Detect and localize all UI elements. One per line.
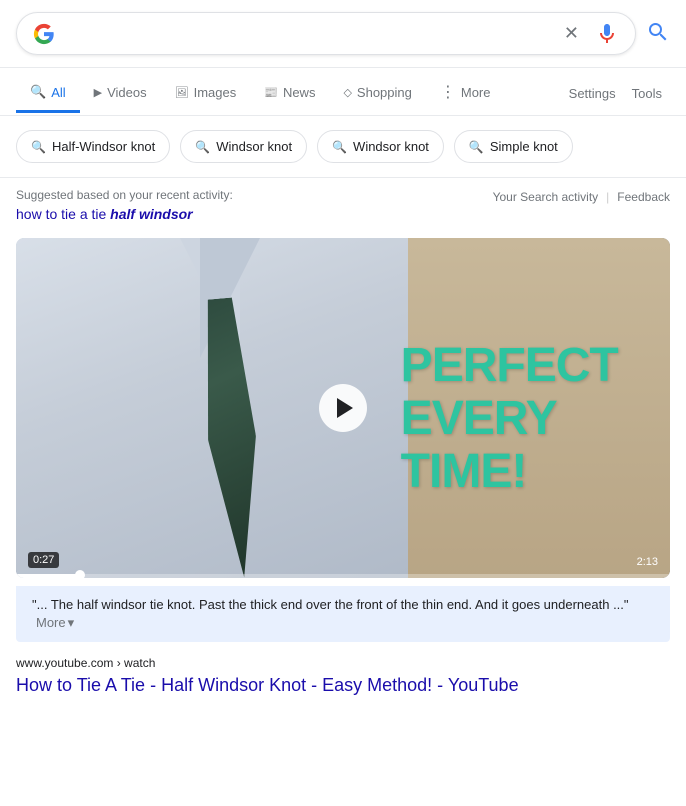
mic-icon[interactable] (595, 22, 619, 46)
video-progress-bar[interactable] (16, 574, 670, 578)
videos-icon: ▶ (94, 86, 102, 99)
play-button[interactable] (319, 384, 367, 432)
search-input[interactable]: how to tie a tie (65, 25, 548, 43)
perfect-text: PERFECTEVERYTIME! (401, 340, 618, 498)
chip-label-3: Simple knot (490, 139, 558, 154)
play-triangle-icon (337, 398, 353, 418)
settings-link[interactable]: Settings (561, 76, 624, 111)
suggestion-right: Your Search activity | Feedback (493, 190, 670, 204)
suggestion-link-prefix: how to tie a tie (16, 206, 110, 222)
chip-label-2: Windsor knot (353, 139, 429, 154)
images-icon: 🖼 (175, 86, 189, 99)
video-caption-text: "... The half windsor tie knot. Past the… (32, 597, 629, 612)
video-container[interactable]: PERFECTEVERYTIME! 0:27 2:13 (16, 238, 670, 578)
tab-images[interactable]: 🖼 Images (161, 75, 251, 113)
video-duration: 2:13 (637, 556, 658, 568)
search-icon (646, 20, 670, 44)
tab-news-label: News (283, 85, 316, 100)
suggestion-label: Suggested based on your recent activity: (16, 188, 493, 202)
tab-shopping[interactable]: ◇ Shopping (329, 75, 425, 113)
chip-windsor-2[interactable]: 🔍 Windsor knot (317, 130, 444, 163)
suggestion-banner: Suggested based on your recent activity:… (0, 178, 686, 230)
tab-shopping-label: Shopping (357, 85, 412, 100)
chip-simple-knot[interactable]: 🔍 Simple knot (454, 130, 573, 163)
tools-link[interactable]: Tools (624, 76, 670, 111)
search-submit-button[interactable] (646, 20, 670, 47)
result-title[interactable]: How to Tie A Tie - Half Windsor Knot - E… (16, 675, 519, 695)
search-result: www.youtube.com › watch How to Tie A Tie… (0, 642, 686, 705)
video-caption: "... The half windsor tie knot. Past the… (16, 586, 670, 642)
tab-news[interactable]: 📰 News (250, 75, 329, 113)
more-label: More (36, 615, 66, 630)
news-icon: 📰 (264, 86, 278, 99)
tab-more[interactable]: ⋮ More (426, 72, 505, 115)
tab-images-label: Images (194, 85, 237, 100)
suggestion-link[interactable]: how to tie a tie half windsor (16, 206, 193, 222)
video-progress-fill (16, 574, 81, 578)
video-time-badge: 0:27 (28, 552, 59, 568)
tab-videos[interactable]: ▶ Videos (80, 75, 161, 113)
chevron-down-icon: ▾ (68, 615, 75, 631)
search-bar: how to tie a tie ✕ (0, 0, 686, 68)
chip-search-icon-0: 🔍 (31, 140, 46, 154)
feedback-link[interactable]: Feedback (617, 190, 670, 204)
video-caption-more-link[interactable]: More ▾ (36, 615, 74, 631)
chip-label-0: Half-Windsor knot (52, 139, 155, 154)
tab-all-label: All (51, 85, 65, 100)
chips-container: 🔍 Half-Windsor knot 🔍 Windsor knot 🔍 Win… (0, 116, 686, 178)
chip-search-icon-2: 🔍 (332, 140, 347, 154)
tab-videos-label: Videos (107, 85, 147, 100)
chip-half-windsor[interactable]: 🔍 Half-Windsor knot (16, 130, 170, 163)
result-url: www.youtube.com › watch (16, 656, 670, 670)
all-icon: 🔍 (30, 84, 46, 100)
your-search-activity-link[interactable]: Your Search activity (493, 190, 599, 204)
nav-tabs: 🔍 All ▶ Videos 🖼 Images 📰 News ◇ Shoppin… (0, 68, 686, 116)
suggestion-link-bold: half windsor (110, 206, 192, 222)
video-progress-thumb (75, 570, 85, 578)
shopping-icon: ◇ (343, 86, 351, 99)
search-input-wrapper[interactable]: how to tie a tie ✕ (16, 12, 636, 55)
more-icon: ⋮ (440, 82, 456, 102)
tab-all[interactable]: 🔍 All (16, 74, 80, 113)
chip-search-icon-3: 🔍 (469, 140, 484, 154)
chip-search-icon-1: 🔍 (195, 140, 210, 154)
suggestion-divider: | (606, 190, 609, 204)
clear-search-button[interactable]: ✕ (558, 21, 585, 46)
suggestion-left: Suggested based on your recent activity:… (16, 188, 493, 224)
chip-windsor-1[interactable]: 🔍 Windsor knot (180, 130, 307, 163)
chip-label-1: Windsor knot (216, 139, 292, 154)
tab-more-label: More (461, 85, 491, 100)
google-logo-icon (33, 23, 55, 45)
video-thumbnail: PERFECTEVERYTIME! 0:27 2:13 (16, 238, 670, 578)
